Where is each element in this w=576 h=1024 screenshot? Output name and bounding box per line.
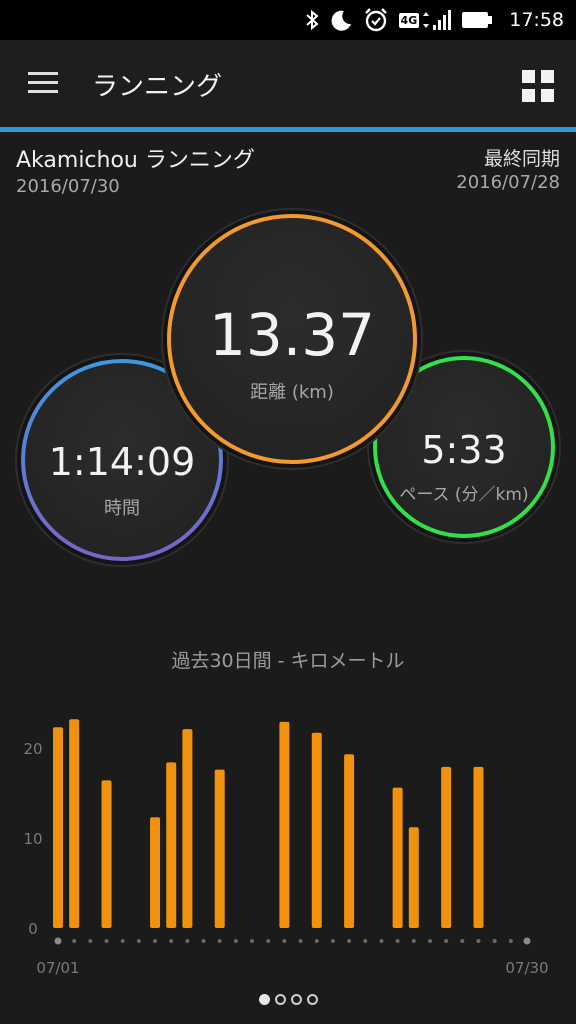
day-dot bbox=[379, 939, 384, 943]
chart-title: 過去30日間 - キロメートル bbox=[171, 650, 405, 672]
time-metric: 1:14:09 時間 bbox=[22, 438, 222, 520]
page-dot[interactable] bbox=[290, 994, 302, 1005]
day-dot bbox=[54, 937, 62, 945]
page-indicator[interactable] bbox=[0, 994, 576, 1012]
day-dot bbox=[282, 939, 287, 943]
chart-bar bbox=[279, 721, 290, 928]
status-bar: 4G 17:58 bbox=[0, 0, 576, 40]
page-dot[interactable] bbox=[274, 994, 286, 1005]
grid-icon-cell bbox=[541, 70, 554, 83]
chart-bar bbox=[441, 766, 452, 928]
distance-bar-chart[interactable]: 0 10 20 07/01 07/30 bbox=[0, 690, 576, 990]
page-dot[interactable] bbox=[258, 994, 270, 1005]
accent-line bbox=[0, 127, 576, 132]
day-dot bbox=[169, 939, 174, 943]
do-not-disturb-moon-icon bbox=[329, 8, 353, 32]
day-dot bbox=[460, 939, 465, 943]
chart-bar bbox=[150, 817, 161, 928]
day-dot bbox=[72, 939, 77, 943]
day-dot bbox=[476, 939, 481, 943]
pace-value: 5:33 bbox=[421, 428, 507, 472]
chart-bar bbox=[311, 732, 322, 928]
y-tick-label: 10 bbox=[23, 830, 42, 848]
chart-bar bbox=[408, 827, 419, 928]
day-dot bbox=[185, 939, 190, 943]
x-end-label: 07/30 bbox=[505, 959, 548, 977]
battery-icon bbox=[461, 11, 493, 29]
last-sync-date: 2016/07/28 bbox=[456, 172, 560, 193]
status-icons: 4G 17:58 bbox=[305, 0, 564, 40]
day-dot bbox=[88, 939, 93, 943]
pace-label: ペース (分／km) bbox=[399, 485, 529, 505]
chart-bar bbox=[166, 762, 177, 928]
day-dot bbox=[492, 939, 497, 943]
y-tick-label: 20 bbox=[23, 740, 42, 758]
page-dot[interactable] bbox=[306, 994, 318, 1005]
chart-bar bbox=[69, 719, 80, 928]
status-time: 17:58 bbox=[509, 9, 564, 31]
day-dot bbox=[136, 939, 141, 943]
chart-bar bbox=[392, 787, 403, 928]
4g-signal-icon: 4G bbox=[398, 9, 452, 31]
day-dot bbox=[314, 939, 319, 943]
day-dot bbox=[523, 937, 531, 945]
day-dot bbox=[104, 939, 109, 943]
day-dot bbox=[395, 939, 400, 943]
chart-bar bbox=[473, 766, 484, 928]
grid-icon bbox=[522, 70, 535, 83]
page-title: ランニング bbox=[92, 72, 223, 102]
chart-bar bbox=[214, 769, 225, 928]
app-bar: ランニング bbox=[0, 40, 576, 128]
distance-label: 距離 (km) bbox=[250, 382, 334, 403]
bluetooth-icon bbox=[305, 9, 319, 31]
day-dot bbox=[233, 939, 238, 943]
day-dot bbox=[508, 939, 513, 943]
activity-date: 2016/07/30 bbox=[16, 176, 120, 197]
network-type: 4G bbox=[398, 12, 420, 28]
grid-icon-cell bbox=[522, 89, 535, 102]
day-dot bbox=[427, 939, 432, 943]
distance-value: 13.37 bbox=[208, 301, 376, 369]
day-dot bbox=[250, 939, 255, 943]
day-dot bbox=[444, 939, 449, 943]
grid-icon-cell bbox=[541, 89, 554, 102]
pace-metric: 5:33 ペース (分／km) bbox=[378, 426, 550, 505]
menu-button[interactable] bbox=[26, 70, 60, 96]
day-dot bbox=[363, 939, 368, 943]
day-dot bbox=[298, 939, 303, 943]
grid-view-button[interactable] bbox=[522, 70, 554, 102]
day-dot bbox=[153, 939, 158, 943]
time-value: 1:14:09 bbox=[48, 440, 196, 484]
time-label: 時間 bbox=[104, 498, 140, 519]
menu-icon-line bbox=[28, 81, 58, 84]
x-start-label: 07/01 bbox=[36, 959, 79, 977]
day-dot bbox=[411, 939, 416, 943]
day-dot bbox=[217, 939, 222, 943]
day-dot bbox=[347, 939, 352, 943]
chart-bar bbox=[344, 754, 355, 928]
distance-metric: 13.37 距離 (km) bbox=[172, 300, 412, 404]
activity-name[interactable]: Akamichou ランニング bbox=[16, 142, 255, 174]
menu-icon bbox=[28, 72, 58, 75]
menu-icon-line bbox=[28, 90, 58, 93]
chart-bar bbox=[53, 727, 63, 928]
y-tick-label: 0 bbox=[28, 920, 38, 938]
day-dot bbox=[266, 939, 271, 943]
chart-bar bbox=[101, 780, 112, 928]
day-dot bbox=[330, 939, 335, 943]
day-dot bbox=[201, 939, 206, 943]
chart-bar bbox=[182, 729, 193, 928]
last-sync-label: 最終同期 bbox=[483, 148, 560, 170]
day-dot bbox=[120, 939, 125, 943]
alarm-icon bbox=[363, 7, 389, 33]
